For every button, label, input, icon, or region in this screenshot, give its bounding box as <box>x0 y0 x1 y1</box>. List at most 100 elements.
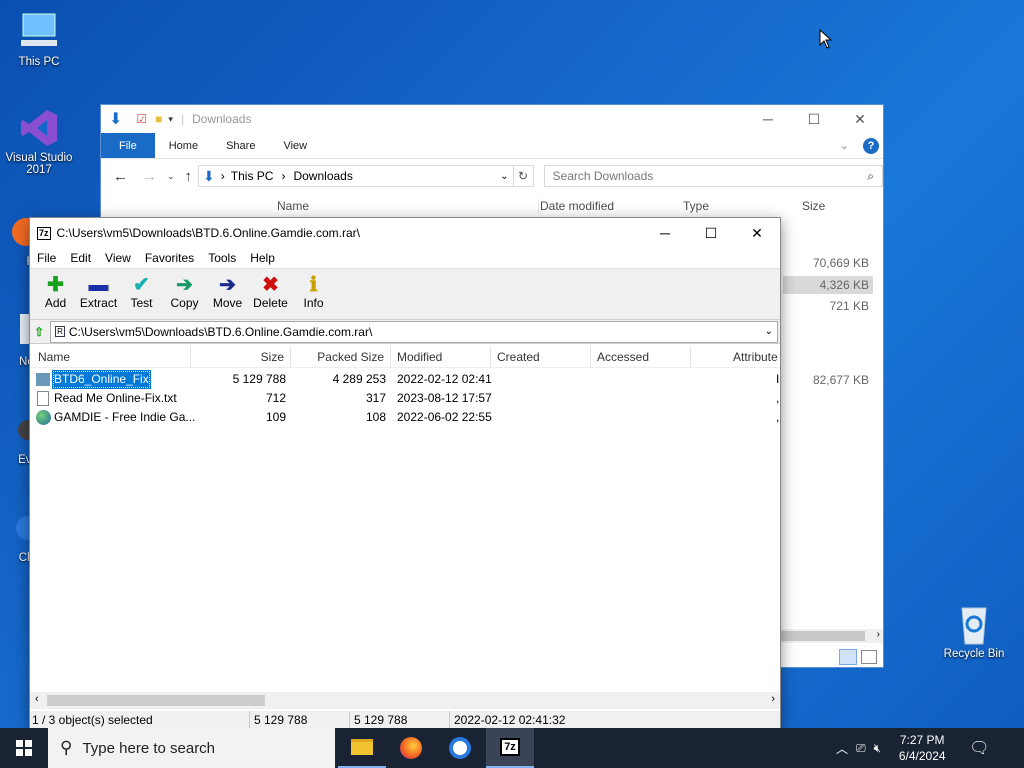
column-created[interactable]: Created <box>491 346 591 368</box>
refresh-button[interactable]: ↻ <box>513 165 534 187</box>
7zip-address-input[interactable]: C:\Users\vm5\Downloads\BTD.6.Online.Gamd… <box>69 325 372 339</box>
folder-icon[interactable]: ■ <box>155 112 162 126</box>
breadcrumb-this-pc[interactable]: This PC <box>231 169 274 183</box>
large-icons-view-icon[interactable] <box>861 650 877 664</box>
file-attributes: I <box>776 372 780 386</box>
customize-qat-icon[interactable]: ▾ <box>168 114 173 125</box>
minimize-button[interactable]: ─ <box>642 219 688 247</box>
scrollbar-thumb[interactable] <box>781 631 865 641</box>
address-bar[interactable]: ⬇ › This PC › Downloads ⌄ <box>198 165 514 187</box>
maximize-button[interactable]: ☐ <box>688 219 734 247</box>
file-row[interactable]: Read Me Online-Fix.txt 712 317 2023-08-1… <box>30 389 780 408</box>
notification-icon[interactable]: 🗨︎ <box>969 738 989 758</box>
7zip-address-box[interactable]: R C:\Users\vm5\Downloads\BTD.6.Online.Ga… <box>50 320 778 343</box>
column-packed-size[interactable]: Packed Size <box>291 346 391 368</box>
taskbar-search-input[interactable]: Type here to search <box>82 740 215 757</box>
show-hidden-icons-icon[interactable]: ︿ <box>836 740 848 757</box>
help-icon[interactable]: ? <box>863 133 883 158</box>
info-button[interactable]: ℹ Info <box>292 269 335 319</box>
menu-edit[interactable]: Edit <box>63 251 98 265</box>
details-view-icon[interactable] <box>839 649 857 665</box>
tab-view[interactable]: View <box>269 133 321 158</box>
address-dropdown-icon[interactable]: ⌄ <box>765 326 773 337</box>
ribbon-expand-icon[interactable]: ⌄ <box>826 133 863 158</box>
test-button[interactable]: ✔ Test <box>120 269 163 319</box>
properties-icon[interactable]: ☑ <box>136 112 147 126</box>
back-icon[interactable]: ← <box>113 168 128 185</box>
address-dropdown-icon[interactable]: ⌄ <box>500 171 508 182</box>
check-icon: ✔ <box>133 274 150 296</box>
extract-button[interactable]: ▬ Extract <box>77 269 120 319</box>
desktop-icon-visual-studio[interactable]: Visual Studio 2017 <box>3 106 75 176</box>
column-attributes[interactable]: Attribute <box>727 346 787 368</box>
minimize-button[interactable]: ─ <box>745 105 791 133</box>
explorer-navbar: ← → ⌄ ↑ ⬇ › This PC › Downloads ⌄ ↻ Sear… <box>101 161 883 191</box>
menu-file[interactable]: File <box>30 251 63 265</box>
column-name[interactable]: Name <box>277 199 309 213</box>
search-input[interactable]: Search Downloads <box>553 169 654 183</box>
horizontal-scrollbar[interactable]: ‹ › <box>30 692 780 709</box>
7zip-window: 7z C:\Users\vm5\Downloads\BTD.6.Online.G… <box>29 217 781 729</box>
up-icon[interactable]: ↑ <box>185 168 193 185</box>
taskbar-explorer[interactable] <box>338 728 386 768</box>
tab-home[interactable]: Home <box>155 133 212 158</box>
start-button[interactable] <box>0 728 48 768</box>
column-date-modified[interactable]: Date modified <box>538 199 614 213</box>
status-bar: 1 / 3 object(s) selected 5 129 788 5 129… <box>30 711 780 729</box>
recent-icon[interactable]: ⌄ <box>167 171 175 182</box>
forward-icon[interactable]: → <box>142 168 157 185</box>
menu-help[interactable]: Help <box>243 251 282 265</box>
clock[interactable]: 7:27 PM 6/4/2024 <box>891 732 953 764</box>
close-button[interactable]: ✕ <box>734 219 780 247</box>
menu-favorites[interactable]: Favorites <box>138 251 201 265</box>
column-modified[interactable]: Modified <box>391 346 491 368</box>
scroll-right-icon[interactable]: › <box>877 629 880 640</box>
search-icon[interactable]: ⌕ <box>867 169 874 184</box>
move-button[interactable]: ➔ Move <box>206 269 249 319</box>
copy-button[interactable]: ➔ Copy <box>163 269 206 319</box>
toolbar: ✚ Add ▬ Extract ✔ Test ➔ Copy ➔ Move ✖ Delete … <box>30 268 780 320</box>
clock-time: 7:27 PM <box>899 733 945 747</box>
plus-icon: ✚ <box>47 274 64 296</box>
scrollbar-thumb[interactable] <box>47 695 265 706</box>
maximize-button[interactable]: ☐ <box>791 105 837 133</box>
menu-tools[interactable]: Tools <box>201 251 243 265</box>
7zip-address-row: ⇧ R C:\Users\vm5\Downloads\BTD.6.Online.… <box>30 320 780 344</box>
column-size[interactable]: Size <box>191 346 291 368</box>
menu-view[interactable]: View <box>98 251 138 265</box>
file-size: 712 <box>265 391 286 405</box>
file-row[interactable]: BTD6_Online_Fix 5 129 788 4 289 253 2022… <box>30 370 780 389</box>
horizontal-scrollbar[interactable]: › <box>781 629 883 643</box>
file-packed-size: 108 <box>365 410 386 424</box>
file-name: BTD6_Online_Fix <box>52 370 151 389</box>
mouse-cursor-icon <box>819 28 833 52</box>
taskbar-7zip[interactable]: 7z <box>486 728 534 768</box>
scroll-right-icon[interactable]: › <box>771 693 775 705</box>
breadcrumb-downloads[interactable]: Downloads <box>293 169 352 183</box>
column-accessed[interactable]: Accessed <box>591 346 691 368</box>
scroll-left-icon[interactable]: ‹ <box>35 693 39 705</box>
search-box[interactable]: Search Downloads ⌕ <box>543 165 883 187</box>
file-row[interactable]: GAMDIE - Free Indie Ga... 109 108 2022-0… <box>30 408 780 427</box>
desktop-icon-recycle-bin[interactable]: Recycle Bin <box>938 602 1010 660</box>
recycle-bin-icon <box>952 602 996 646</box>
info-icon: ℹ <box>309 274 318 296</box>
up-folder-icon[interactable]: ⇧ <box>34 325 44 339</box>
chrome-icon <box>0 506 40 550</box>
tab-share[interactable]: Share <box>212 133 269 158</box>
column-type[interactable]: Type <box>683 199 709 213</box>
taskbar-chrome[interactable] <box>436 728 484 768</box>
column-size[interactable]: Size <box>802 199 825 213</box>
close-button[interactable]: ✕ <box>837 105 883 133</box>
volume-muted-icon[interactable]: 🔇︎ <box>874 741 882 756</box>
taskbar-search-box[interactable]: ⚲ Type here to search <box>48 728 335 768</box>
tab-file[interactable]: File <box>101 133 155 158</box>
desktop-icon-this-pc[interactable]: This PC <box>3 10 75 68</box>
taskbar-firefox[interactable] <box>387 728 435 768</box>
network-icon[interactable]: ⎚ <box>856 741 866 756</box>
system-tray: ︿ ⎚ 🔇︎ 7:27 PM 6/4/2024 🗨︎ <box>836 728 990 768</box>
7zip-logo-icon: 7z <box>37 226 51 240</box>
column-name[interactable]: Name <box>32 346 191 368</box>
delete-button[interactable]: ✖ Delete <box>249 269 292 319</box>
add-button[interactable]: ✚ Add <box>34 269 77 319</box>
